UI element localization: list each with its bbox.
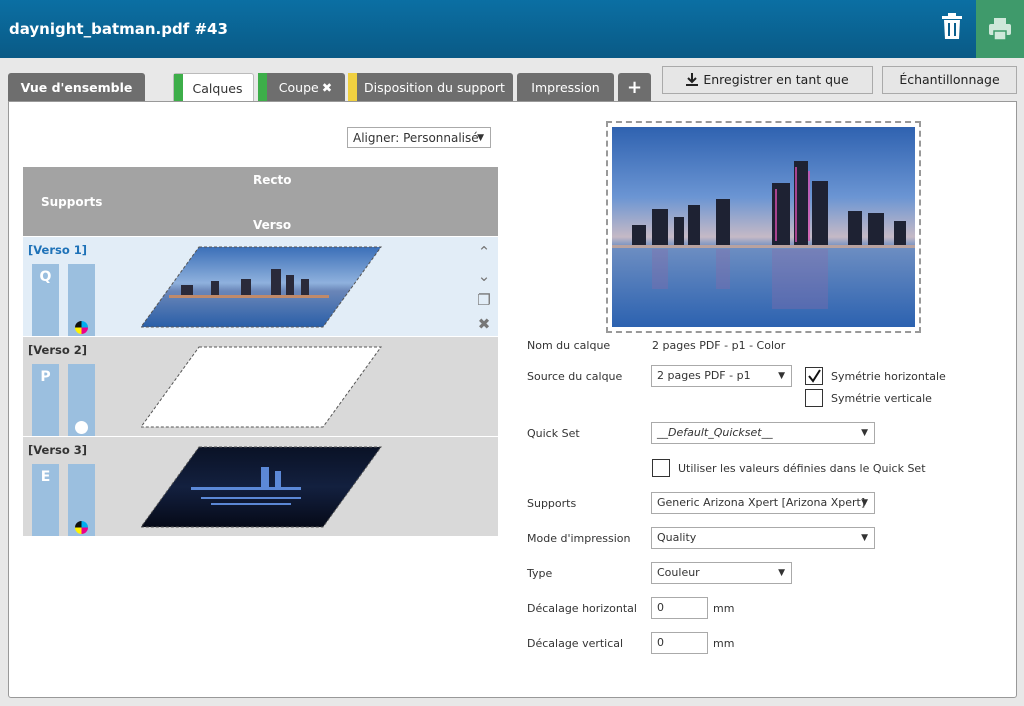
tab-layers-status-strip [174,74,183,103]
media-indicator-bar: P [32,364,59,436]
align-select[interactable]: Aligner: Personnalisé ▼ [347,127,491,148]
layer-source-select[interactable]: 2 pages PDF - p1 ▼ [651,365,792,387]
row-actions: ⌃ ⌄ ❐ ✖ [475,243,493,339]
offset-vertical-unit: mm [713,637,735,650]
verso-header: Verso [253,218,292,232]
dropdown-caret-icon: ▼ [861,533,868,543]
add-tab-button[interactable]: + [618,73,651,102]
tab-overview[interactable]: Vue d'ensemble [8,73,145,102]
offset-horizontal-input[interactable]: 0 [651,597,708,619]
save-recipe-button[interactable]: Enregistrer en tant que recette [662,66,873,115]
dropdown-caret-icon: ▼ [778,568,785,578]
type-label: Type [527,567,553,580]
print-button[interactable] [976,0,1024,58]
tab-printing-label: Impression [531,80,600,95]
delete-icon[interactable]: ✖ [475,315,493,339]
supports-label: Supports [527,497,577,510]
tab-cut-label: Coupe [278,80,319,95]
cmyk-icon [75,521,88,534]
mirror-horizontal-checkbox[interactable] [805,367,823,385]
layer-source-value: 2 pages PDF - p1 [657,369,751,382]
ink-indicator-bar [68,264,95,336]
tab-printing[interactable]: Impression [517,73,614,102]
tab-layers[interactable]: Calques [173,73,254,103]
offset-vertical-label: Décalage vertical [527,637,624,650]
print-mode-label: Mode d'impression [527,532,631,545]
offset-vertical-value: 0 [657,636,664,649]
use-quickset-label: Utiliser les valeurs définies dans le Qu… [678,462,926,475]
trash-icon[interactable] [940,12,966,42]
ink-indicator-bar [68,464,95,536]
print-mode-letter: P [40,369,51,385]
supports-value: Generic Arizona Xpert [Arizona Xpert] [657,496,866,509]
tab-media-layout[interactable]: Disposition du support [348,73,513,102]
quickset-label: Quick Set [527,427,580,440]
tab-overview-label: Vue d'ensemble [20,80,133,95]
offset-vertical-input[interactable]: 0 [651,632,708,654]
dropdown-caret-icon: ▼ [778,371,785,381]
duplicate-icon[interactable]: ❐ [475,291,493,315]
print-icon [989,18,1011,41]
print-mode-value: Quality [657,531,697,544]
layer-row-label: [Verso 1] [28,243,88,257]
layer-row-label: [Verso 2] [28,343,88,357]
layer-name-label: Nom du calque [527,339,611,352]
dropdown-caret-icon: ▼ [477,133,484,143]
quickset-select[interactable]: __Default_Quickset__ ▼ [651,422,875,444]
layer-thumbnail-white [141,346,382,428]
sampling-label: Échantillonnage [899,72,1000,87]
print-mode-letter: E [40,469,51,485]
align-select-value: Aligner: Personnalisé [353,131,479,145]
supports-select[interactable]: Generic Arizona Xpert [Arizona Xpert] ▼ [651,492,875,514]
download-icon [686,69,699,95]
offset-horizontal-value: 0 [657,601,664,614]
tab-layers-label: Calques [192,81,243,96]
mirror-vertical-label: Symétrie verticale [831,392,932,405]
dropdown-caret-icon: ▼ [861,428,868,438]
close-icon[interactable]: ✖ [322,80,332,95]
cmyk-icon [75,321,88,334]
print-mode-letter: Q [39,269,52,285]
media-indicator-bar: E [32,464,59,536]
offset-horizontal-unit: mm [713,602,735,615]
layer-preview-image [612,127,915,327]
layer-row-verso-1[interactable]: [Verso 1] Q ⌃ ⌄ ❐ ✖ [23,237,498,336]
supports-header: Supports [41,195,103,209]
media-indicator-bar: Q [32,264,59,336]
move-up-icon[interactable]: ⌃ [475,243,493,267]
mirror-vertical-checkbox[interactable] [805,389,823,407]
print-mode-select[interactable]: Quality ▼ [651,527,875,549]
layer-thumbnail-night [141,446,382,528]
tab-cut[interactable]: Coupe ✖ [258,73,345,102]
recto-header: Recto [253,173,292,187]
checkmark-icon [808,369,821,383]
type-select[interactable]: Couleur ▼ [651,562,792,584]
ink-indicator-bar [68,364,95,436]
mirror-horizontal-label: Symétrie horizontale [831,370,946,383]
tab-cut-status-strip [258,73,267,102]
white-ink-icon [75,421,88,434]
offset-horizontal-label: Décalage horizontal [527,602,637,615]
quickset-value: __Default_Quickset__ [657,426,773,439]
plus-icon: + [626,77,643,98]
layer-row-verso-2[interactable]: [Verso 2] P [23,337,498,436]
layer-row-label: [Verso 3] [28,443,88,457]
layers-table-header: Recto Supports Verso [23,167,498,236]
sampling-button[interactable]: Échantillonnage [882,66,1017,94]
type-value: Couleur [657,566,700,579]
tab-media-layout-label: Disposition du support [364,80,505,95]
layer-preview-frame [606,121,921,333]
layer-name-value: 2 pages PDF - p1 - Color [652,339,786,352]
document-title: daynight_batman.pdf #43 [9,20,228,38]
layer-row-verso-3[interactable]: [Verso 3] E [23,437,498,536]
dropdown-caret-icon: ▼ [861,498,868,508]
tab-media-layout-status-strip [348,73,357,102]
move-down-icon[interactable]: ⌄ [475,267,493,291]
layer-thumbnail-day [141,246,382,328]
title-bar: daynight_batman.pdf #43 [0,0,1024,58]
use-quickset-checkbox[interactable] [652,459,670,477]
layer-source-label: Source du calque [527,370,623,383]
